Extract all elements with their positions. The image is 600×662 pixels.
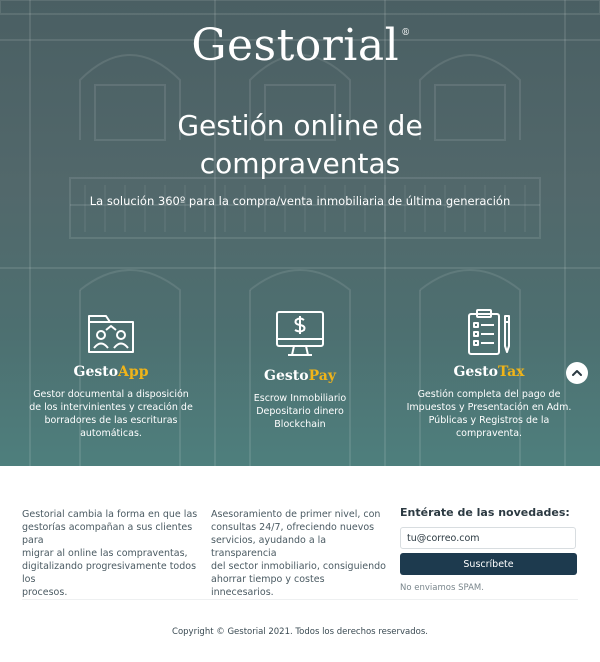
scroll-to-top-button[interactable] (566, 362, 588, 384)
desc-line: Gestor documental a disposición (33, 389, 189, 400)
footer-text-line: gestorías acompañan a sus clientes para (22, 522, 193, 546)
feature-gestotax[interactable]: GestoTax Gestión completa del pago de Im… (404, 308, 574, 440)
desc-line: Escrow Inmobiliario (253, 393, 347, 404)
desc-line: Impuestos y Presentación en Adm. (406, 402, 572, 413)
hero-headline: Gestión online de compraventas (0, 107, 600, 183)
feature-gestotax-description: Gestión completa del pago de Impuestos y… (404, 388, 574, 440)
newsletter-email-input[interactable] (400, 527, 576, 549)
registered-mark: ® (401, 28, 411, 38)
desc-line: Gestión completa del pago de (417, 389, 561, 400)
feature-gestopay[interactable]: GestoPay Escrow Inmobiliario Depositario… (215, 308, 385, 431)
desc-line: Públicas y Registros de la (428, 415, 550, 426)
headline-line-1: Gestión online de (177, 109, 423, 142)
footer-text-line: Gestorial cambia la forma en que las (22, 509, 198, 520)
desc-line: compraventa. (455, 428, 523, 439)
footer-services-text: Asesoramiento de primer nivel, con consu… (211, 508, 386, 599)
desc-line: Depositario dinero (256, 406, 344, 417)
feature-name-accent: Tax (498, 364, 525, 380)
footer-text-line: procesos. (22, 587, 68, 598)
footer-text-line: Asesoramiento de primer nivel, con (211, 509, 381, 520)
monitor-dollar-icon (276, 311, 324, 356)
chevron-up-icon (572, 370, 582, 376)
hero-subline: La solución 360º para la compra/venta in… (89, 194, 511, 208)
brand-name: Gestorial (191, 20, 400, 71)
footer-text-line: servicios, ayudando a la transparencia (211, 535, 327, 559)
feature-gestopay-name: GestoPay (215, 368, 385, 384)
feature-name-prefix: Gesto (264, 368, 309, 384)
feature-name-accent: Pay (308, 368, 336, 384)
desc-line: Blockchain (274, 419, 326, 430)
desc-line: automáticas. (80, 428, 142, 439)
footer-text-line: migrar al online las compraventas, (22, 548, 188, 559)
footer-text-line: del sector inmobiliario, consiguiendo (211, 561, 386, 572)
feature-name-prefix: Gesto (73, 364, 119, 380)
copyright-text: Copyright © Gestorial 2021. Todos los de… (172, 627, 428, 637)
headline-line-2: compraventas (199, 147, 401, 180)
subscribe-button[interactable]: Suscríbete (400, 553, 577, 575)
footer-divider (22, 599, 578, 600)
brand-logo[interactable]: Gestorial ® (0, 20, 600, 71)
footer-text-line: digitalizando progresivamente todos los (22, 561, 197, 585)
feature-gestopay-description: Escrow Inmobiliario Depositario dinero B… (215, 392, 385, 431)
feature-gestoapp-name: GestoApp (26, 364, 196, 380)
feature-gestotax-name: GestoTax (404, 364, 574, 380)
newsletter-title: Entérate de las novedades: (400, 506, 570, 519)
feature-gestoapp-description: Gestor documental a disposición de los i… (26, 388, 196, 440)
feature-gestoapp[interactable]: GestoApp Gestor documental a disposición… (26, 308, 196, 440)
footer-about-text: Gestorial cambia la forma en que las ges… (22, 508, 202, 599)
desc-line: de los intervinientes y creación de (29, 402, 193, 413)
feature-name-accent: App (118, 364, 149, 380)
no-spam-note: No enviamos SPAM. (400, 583, 484, 593)
footer-text-line: consultas 24/7, ofreciendo nuevos (211, 522, 375, 533)
folder-people-icon (88, 315, 134, 353)
clipboard-pen-icon (468, 309, 510, 355)
feature-name-prefix: Gesto (453, 364, 499, 380)
hero-section: Gestorial ® Gestión online de compraventa… (0, 0, 600, 466)
desc-line: borradores de las escrituras (44, 415, 178, 426)
footer-text-line: ahorrar tiempo y costes innecesarios. (211, 574, 325, 598)
